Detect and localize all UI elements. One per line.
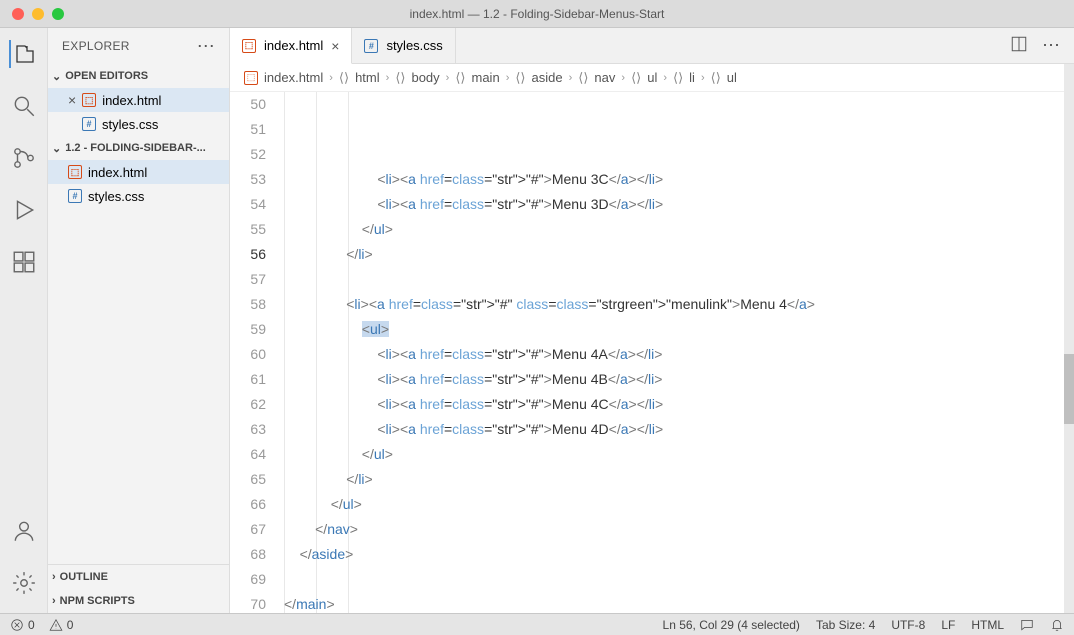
element-icon: ⟨⟩ xyxy=(578,70,588,86)
breadcrumb[interactable]: ⬚ index.html › ⟨⟩html › ⟨⟩body › ⟨⟩main … xyxy=(230,64,1074,92)
tab-bar: ⬚ index.html × # styles.css ⋯ xyxy=(230,28,1074,64)
editor-group: ⬚ index.html × # styles.css ⋯ ⬚ index.ht… xyxy=(230,28,1074,613)
explorer-icon[interactable] xyxy=(9,40,37,68)
css-file-icon: # xyxy=(364,39,378,53)
element-icon: ⟨⟩ xyxy=(455,70,465,86)
html-file-icon: ⬚ xyxy=(242,39,256,53)
scrollbar-thumb[interactable] xyxy=(1064,354,1074,424)
run-debug-icon[interactable] xyxy=(10,196,38,224)
npm-scripts-header[interactable]: › NPM SCRIPTS xyxy=(48,589,229,613)
code-content[interactable]: <li><a href=class="str">"#">Menu 3C</a><… xyxy=(284,92,1074,613)
extensions-icon[interactable] xyxy=(10,248,38,276)
window-title-bar: index.html — 1.2 - Folding-Sidebar-Menus… xyxy=(0,0,1074,28)
more-actions-icon[interactable]: ⋯ xyxy=(1042,35,1060,56)
html-file-icon: ⬚ xyxy=(68,165,82,179)
element-icon: ⟨⟩ xyxy=(515,70,525,86)
language-mode[interactable]: HTML xyxy=(971,618,1004,632)
tab-index-html[interactable]: ⬚ index.html × xyxy=(230,28,352,64)
close-icon[interactable]: × xyxy=(68,92,76,108)
encoding[interactable]: UTF-8 xyxy=(891,618,925,632)
open-editor-item[interactable]: × ⬚ index.html xyxy=(48,88,229,112)
line-gutter: 5051525354555657585960616263646566676869… xyxy=(230,92,284,613)
chevron-right-icon: › xyxy=(663,72,667,84)
minimize-window-icon[interactable] xyxy=(32,8,44,20)
chevron-right-icon: › xyxy=(386,72,390,84)
account-icon[interactable] xyxy=(10,517,38,545)
open-editor-item[interactable]: # styles.css xyxy=(48,112,229,136)
explorer-title: EXPLORER xyxy=(62,39,130,53)
folder-header[interactable]: ⌄ 1.2 - FOLDING-SIDEBAR-... xyxy=(48,136,229,160)
file-item[interactable]: # styles.css xyxy=(48,184,229,208)
chevron-right-icon: › xyxy=(329,72,333,84)
chevron-right-icon: › xyxy=(701,72,705,84)
css-file-icon: # xyxy=(68,189,82,203)
blank-icon xyxy=(68,115,76,133)
chevron-down-icon: ⌄ xyxy=(52,70,61,83)
html-file-icon: ⬚ xyxy=(82,93,96,107)
chevron-right-icon: › xyxy=(569,72,573,84)
problems-warnings[interactable]: 0 xyxy=(49,618,74,632)
problems-errors[interactable]: 0 xyxy=(10,618,35,632)
outline-header[interactable]: › OUTLINE xyxy=(48,565,229,589)
feedback-icon[interactable] xyxy=(1020,618,1034,632)
minimap-scrollbar[interactable] xyxy=(1064,64,1074,613)
chevron-right-icon: › xyxy=(621,72,625,84)
source-control-icon[interactable] xyxy=(10,144,38,172)
notifications-icon[interactable] xyxy=(1050,618,1064,632)
element-icon: ⟨⟩ xyxy=(339,70,349,86)
more-icon[interactable]: ⋯ xyxy=(197,36,215,57)
code-editor[interactable]: 5051525354555657585960616263646566676869… xyxy=(230,92,1074,613)
element-icon: ⟨⟩ xyxy=(673,70,683,86)
explorer-sidebar: EXPLORER ⋯ ⌄ OPEN EDITORS × ⬚ index.html… xyxy=(48,28,230,613)
chevron-right-icon: › xyxy=(52,595,56,607)
tab-styles-css[interactable]: # styles.css xyxy=(352,28,455,64)
tab-size[interactable]: Tab Size: 4 xyxy=(816,618,875,632)
css-file-icon: # xyxy=(82,117,96,131)
search-icon[interactable] xyxy=(10,92,38,120)
element-icon: ⟨⟩ xyxy=(395,70,405,86)
chevron-down-icon: ⌄ xyxy=(52,142,61,155)
settings-gear-icon[interactable] xyxy=(10,569,38,597)
chevron-right-icon: › xyxy=(506,72,510,84)
close-tab-icon[interactable]: × xyxy=(331,38,339,54)
window-title: index.html — 1.2 - Folding-Sidebar-Menus… xyxy=(410,7,665,21)
activity-bar xyxy=(0,28,48,613)
chevron-right-icon: › xyxy=(52,571,56,583)
chevron-right-icon: › xyxy=(446,72,450,84)
element-icon: ⟨⟩ xyxy=(711,70,721,86)
status-bar: 0 0 Ln 56, Col 29 (4 selected) Tab Size:… xyxy=(0,613,1074,635)
eol[interactable]: LF xyxy=(941,618,955,632)
maximize-window-icon[interactable] xyxy=(52,8,64,20)
html-file-icon: ⬚ xyxy=(244,71,258,85)
split-editor-icon[interactable] xyxy=(1010,35,1028,53)
cursor-position[interactable]: Ln 56, Col 29 (4 selected) xyxy=(663,618,800,632)
open-editors-header[interactable]: ⌄ OPEN EDITORS xyxy=(48,64,229,88)
element-icon: ⟨⟩ xyxy=(631,70,641,86)
close-window-icon[interactable] xyxy=(12,8,24,20)
file-item[interactable]: ⬚ index.html xyxy=(48,160,229,184)
